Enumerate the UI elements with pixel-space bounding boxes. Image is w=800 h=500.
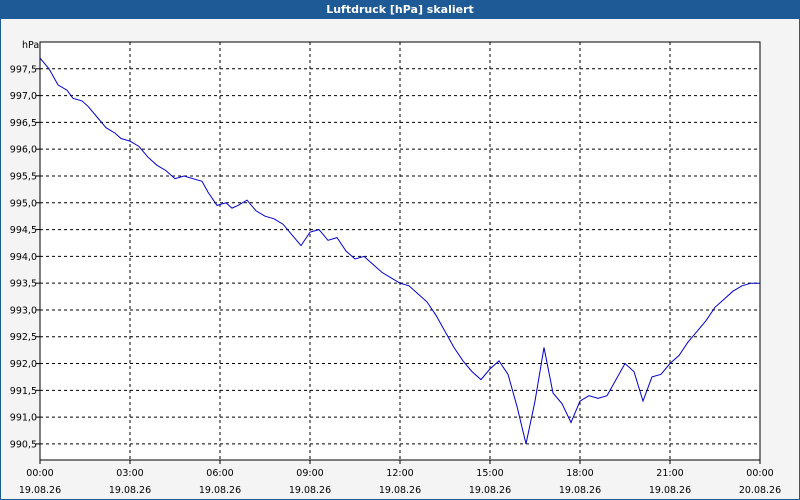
y-tick-label: 993,5 <box>10 279 37 290</box>
x-tick-date-label: 19.08.26 <box>469 485 511 496</box>
x-tick-time-label: 12:00 <box>386 468 413 479</box>
x-tick-date-label: 20.08.26 <box>739 485 781 496</box>
x-tick-date-label: 19.08.26 <box>109 485 151 496</box>
y-tick-label: 992,5 <box>10 332 37 343</box>
x-tick-time-label: 21:00 <box>656 468 683 479</box>
x-tick-date-label: 19.08.26 <box>649 485 691 496</box>
y-tick-label: 997,5 <box>10 64 37 75</box>
y-axis-unit-label: hPa <box>22 40 39 51</box>
y-tick-label: 996,0 <box>10 145 37 156</box>
y-tick-label: 991,0 <box>10 413 37 424</box>
x-tick-date-label: 19.08.26 <box>289 485 331 496</box>
x-tick-time-label: 06:00 <box>206 468 233 479</box>
x-tick-time-label: 03:00 <box>116 468 143 479</box>
x-tick-time-label: 09:00 <box>296 468 323 479</box>
y-tick-label: 994,5 <box>10 225 37 236</box>
y-tick-label: 995,5 <box>10 171 37 182</box>
x-tick-date-label: 19.08.26 <box>199 485 241 496</box>
y-tick-label: 992,0 <box>10 359 37 370</box>
y-tick-label: 995,0 <box>10 198 37 209</box>
x-tick-time-label: 15:00 <box>476 468 503 479</box>
y-tick-label: 994,0 <box>10 252 37 263</box>
x-tick-time-label: 00:00 <box>746 468 773 479</box>
x-tick-date-label: 19.08.26 <box>19 485 61 496</box>
y-tick-label: 997,0 <box>10 91 37 102</box>
x-tick-date-label: 19.08.26 <box>559 485 601 496</box>
y-tick-label: 991,5 <box>10 386 37 397</box>
y-tick-label: 993,0 <box>10 305 37 316</box>
pressure-chart: 997,5 997,0 996,5 996,0 995,5 995,0 994,5 994,0… <box>10 40 781 496</box>
y-tick-label: 996,5 <box>10 118 37 129</box>
x-tick-date-label: 19.08.26 <box>379 485 421 496</box>
x-tick-time-label: 00:00 <box>26 468 53 479</box>
y-tick-label: 990,5 <box>10 439 37 450</box>
x-tick-time-label: 18:00 <box>566 468 593 479</box>
